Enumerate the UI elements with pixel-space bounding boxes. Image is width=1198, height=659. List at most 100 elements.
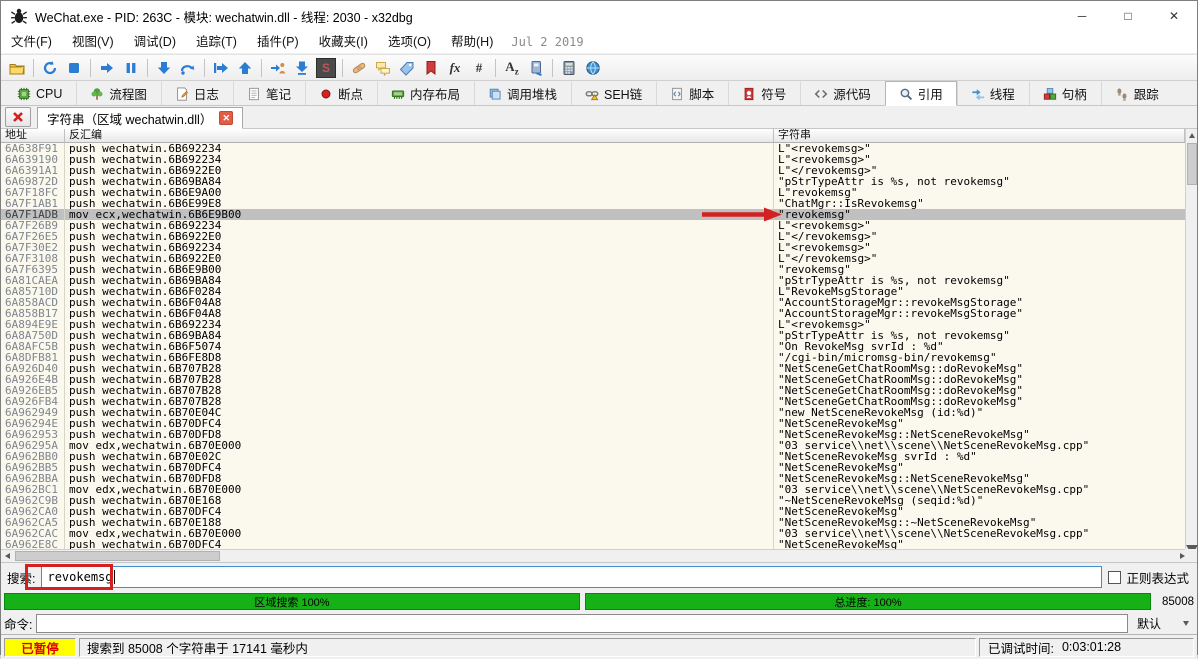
- table-row[interactable]: 6A8DFB81 push wechatwin.6B6FE8D8 "/cgi-bin…: [1, 352, 1185, 363]
- column-header-address[interactable]: 地址: [1, 129, 65, 142]
- memory-map-button[interactable]: [524, 56, 548, 79]
- table-row[interactable]: 6A962BC1 mov edx,wechatwin.6B70E000 "03_se…: [1, 484, 1185, 495]
- table-row[interactable]: 6A858ACD push wechatwin.6B6F04A8 "AccountS…: [1, 297, 1185, 308]
- table-row[interactable]: 6A7F6395 push wechatwin.6B6E9B00 "revokems…: [1, 264, 1185, 275]
- stop-button[interactable]: [62, 56, 86, 79]
- table-row[interactable]: 6A962949 push wechatwin.6B70E04C "new NetS…: [1, 407, 1185, 418]
- tab-引用[interactable]: 引用: [884, 81, 957, 106]
- scroll-up-icon[interactable]: [1186, 129, 1197, 142]
- command-input[interactable]: [36, 613, 1128, 633]
- column-header-disassembly[interactable]: 反汇编: [65, 129, 774, 142]
- run-button[interactable]: [95, 56, 119, 79]
- table-row[interactable]: 6A962953 push wechatwin.6B70DFD8 "NetScene…: [1, 429, 1185, 440]
- regex-checkbox[interactable]: [1108, 570, 1122, 584]
- comment-button[interactable]: [371, 56, 395, 79]
- close-button[interactable]: ✕: [1151, 1, 1197, 31]
- table-row[interactable]: 6A81CAEA push wechatwin.6B69BA84 "pStrType…: [1, 275, 1185, 286]
- globe-button[interactable]: [581, 56, 605, 79]
- table-row[interactable]: 6A926FB4 push wechatwin.6B707B28 "NetScene…: [1, 396, 1185, 407]
- run-to-user-code-button[interactable]: [266, 56, 290, 79]
- column-header-string[interactable]: 字符串: [774, 129, 1185, 142]
- horizontal-scrollbar-thumb[interactable]: [15, 551, 220, 561]
- maximize-button[interactable]: □: [1105, 1, 1151, 31]
- menu-item-2[interactable]: 视图(V): [62, 32, 124, 53]
- menu-item-8[interactable]: 帮助(H): [441, 32, 503, 53]
- hash-button[interactable]: #: [467, 56, 491, 79]
- tab-线程[interactable]: 线程: [956, 81, 1029, 105]
- s-toggle-button[interactable]: S: [314, 56, 338, 79]
- search-input[interactable]: revokemsg: [41, 566, 1103, 588]
- tab-流程图[interactable]: 流程图: [76, 81, 161, 105]
- menu-item-4[interactable]: 追踪(T): [186, 32, 247, 53]
- step-over-button[interactable]: [176, 56, 200, 79]
- table-row[interactable]: 6A8AFC5B push wechatwin.6B6F5074 "On Revok…: [1, 341, 1185, 352]
- tab-脚本[interactable]: 脚本: [656, 81, 728, 105]
- table-row[interactable]: 6A8A750D push wechatwin.6B69BA84 "pStrType…: [1, 330, 1185, 341]
- tab-CPU[interactable]: CPU: [3, 81, 76, 105]
- table-row[interactable]: 6A7F30E2 push wechatwin.6B692234 L"<revoke…: [1, 242, 1185, 253]
- step-into-button[interactable]: [152, 56, 176, 79]
- scroll-right-icon[interactable]: [1172, 550, 1185, 562]
- tab-句柄[interactable]: 句柄: [1028, 81, 1101, 105]
- animate-into-button[interactable]: [290, 56, 314, 79]
- table-row[interactable]: 6A962BBA push wechatwin.6B70DFD8 "NetScene…: [1, 473, 1185, 484]
- step-out-button[interactable]: [233, 56, 257, 79]
- table-row[interactable]: 6A962BB0 push wechatwin.6B70E02C "NetScene…: [1, 451, 1185, 462]
- table-row[interactable]: 6A962C9B push wechatwin.6B70E168 "~NetScen…: [1, 495, 1185, 506]
- table-row[interactable]: 6A962CAC mov edx,wechatwin.6B70E000 "03_se…: [1, 528, 1185, 539]
- execute-till-return-button[interactable]: [209, 56, 233, 79]
- function-button[interactable]: fx: [443, 56, 467, 79]
- patch-button[interactable]: [347, 56, 371, 79]
- calculator-button[interactable]: [557, 56, 581, 79]
- close-all-tabs-button[interactable]: [5, 107, 31, 127]
- table-row[interactable]: 6A962CA5 push wechatwin.6B70E188 "NetScene…: [1, 517, 1185, 528]
- vertical-scrollbar[interactable]: [1185, 129, 1198, 550]
- scroll-left-icon[interactable]: [1, 550, 14, 562]
- table-row[interactable]: 6A962BB5 push wechatwin.6B70DFC4 "NetScene…: [1, 462, 1185, 473]
- horizontal-scrollbar[interactable]: [1, 549, 1185, 562]
- table-row[interactable]: 6A69872D push wechatwin.6B69BA84 "pStrType…: [1, 176, 1185, 187]
- table-row[interactable]: 6A7F3108 push wechatwin.6B6922E0 L"</revok…: [1, 253, 1185, 264]
- label-button[interactable]: [395, 56, 419, 79]
- menu-item-7[interactable]: 选项(O): [378, 32, 441, 53]
- tab-close-icon[interactable]: ✕: [219, 111, 234, 125]
- tab-strings-region[interactable]: 字符串（区域 wechatwin.dll） ✕: [37, 107, 244, 129]
- bookmark-button[interactable]: [419, 56, 443, 79]
- tab-断点[interactable]: 断点: [304, 81, 377, 105]
- minimize-button[interactable]: ─: [1059, 1, 1105, 31]
- table-row[interactable]: 6A962CA0 push wechatwin.6B70DFC4 "NetScene…: [1, 506, 1185, 517]
- menu-item-5[interactable]: 插件(P): [247, 32, 309, 53]
- table-row[interactable]: 6A926E4B push wechatwin.6B707B28 "NetScene…: [1, 374, 1185, 385]
- tab-调用堆栈[interactable]: 调用堆栈: [473, 81, 571, 105]
- vertical-scrollbar-thumb[interactable]: [1187, 143, 1197, 185]
- restart-button[interactable]: [38, 56, 62, 79]
- tab-源代码[interactable]: 源代码: [800, 81, 885, 105]
- table-row[interactable]: 6A7F1AB1 push wechatwin.6B6E99E8 "ChatMgr:…: [1, 198, 1185, 209]
- table-row[interactable]: 6A638F91 push wechatwin.6B692234 L"<revoke…: [1, 143, 1185, 154]
- table-row[interactable]: 6A894E9E push wechatwin.6B692234 L"<revoke…: [1, 319, 1185, 330]
- table-row[interactable]: 6A7F18FC push wechatwin.6B6E9A00 L"revokem…: [1, 187, 1185, 198]
- table-row[interactable]: 6A7F26B9 push wechatwin.6B692234 L"<revoke…: [1, 220, 1185, 231]
- tab-SEH链[interactable]: SEH链: [571, 81, 656, 105]
- table-row[interactable]: 6A85710D push wechatwin.6B6F0284 L"RevokeM…: [1, 286, 1185, 297]
- table-row[interactable]: 6A96295A mov edx,wechatwin.6B70E000 "03_se…: [1, 440, 1185, 451]
- table-row[interactable]: 6A7F26E5 push wechatwin.6B6922E0 L"</revok…: [1, 231, 1185, 242]
- table-row[interactable]: 6A858B17 push wechatwin.6B6F04A8 "AccountS…: [1, 308, 1185, 319]
- command-profile-dropdown[interactable]: 默认: [1132, 613, 1194, 633]
- tab-跟踪[interactable]: 跟踪: [1100, 81, 1173, 105]
- tab-符号[interactable]: 符号: [728, 81, 800, 105]
- table-row-selected[interactable]: 6A7F1ADB mov ecx,wechatwin.6B6E9B00 "revok…: [1, 209, 1185, 220]
- tab-日志[interactable]: 日志: [160, 81, 233, 105]
- tab-笔记[interactable]: 笔记: [232, 81, 305, 105]
- table-row[interactable]: 6A96294E push wechatwin.6B70DFC4 "NetScene…: [1, 418, 1185, 429]
- open-file-button[interactable]: [5, 56, 29, 79]
- menu-item-3[interactable]: 调试(D): [124, 32, 186, 53]
- table-row[interactable]: 6A926EB5 push wechatwin.6B707B28 "NetScene…: [1, 385, 1185, 396]
- pause-button[interactable]: [119, 56, 143, 79]
- table-row[interactable]: 6A6391A1 push wechatwin.6B6922E0 L"</revok…: [1, 165, 1185, 176]
- text-encoding-button[interactable]: Az: [500, 56, 524, 79]
- menu-item-1[interactable]: 文件(F): [1, 32, 62, 53]
- table-row[interactable]: 6A926D40 push wechatwin.6B707B28 "NetScene…: [1, 363, 1185, 374]
- tab-内存布局[interactable]: 内存布局: [376, 81, 474, 105]
- table-row[interactable]: 6A639190 push wechatwin.6B692234 L"<revoke…: [1, 154, 1185, 165]
